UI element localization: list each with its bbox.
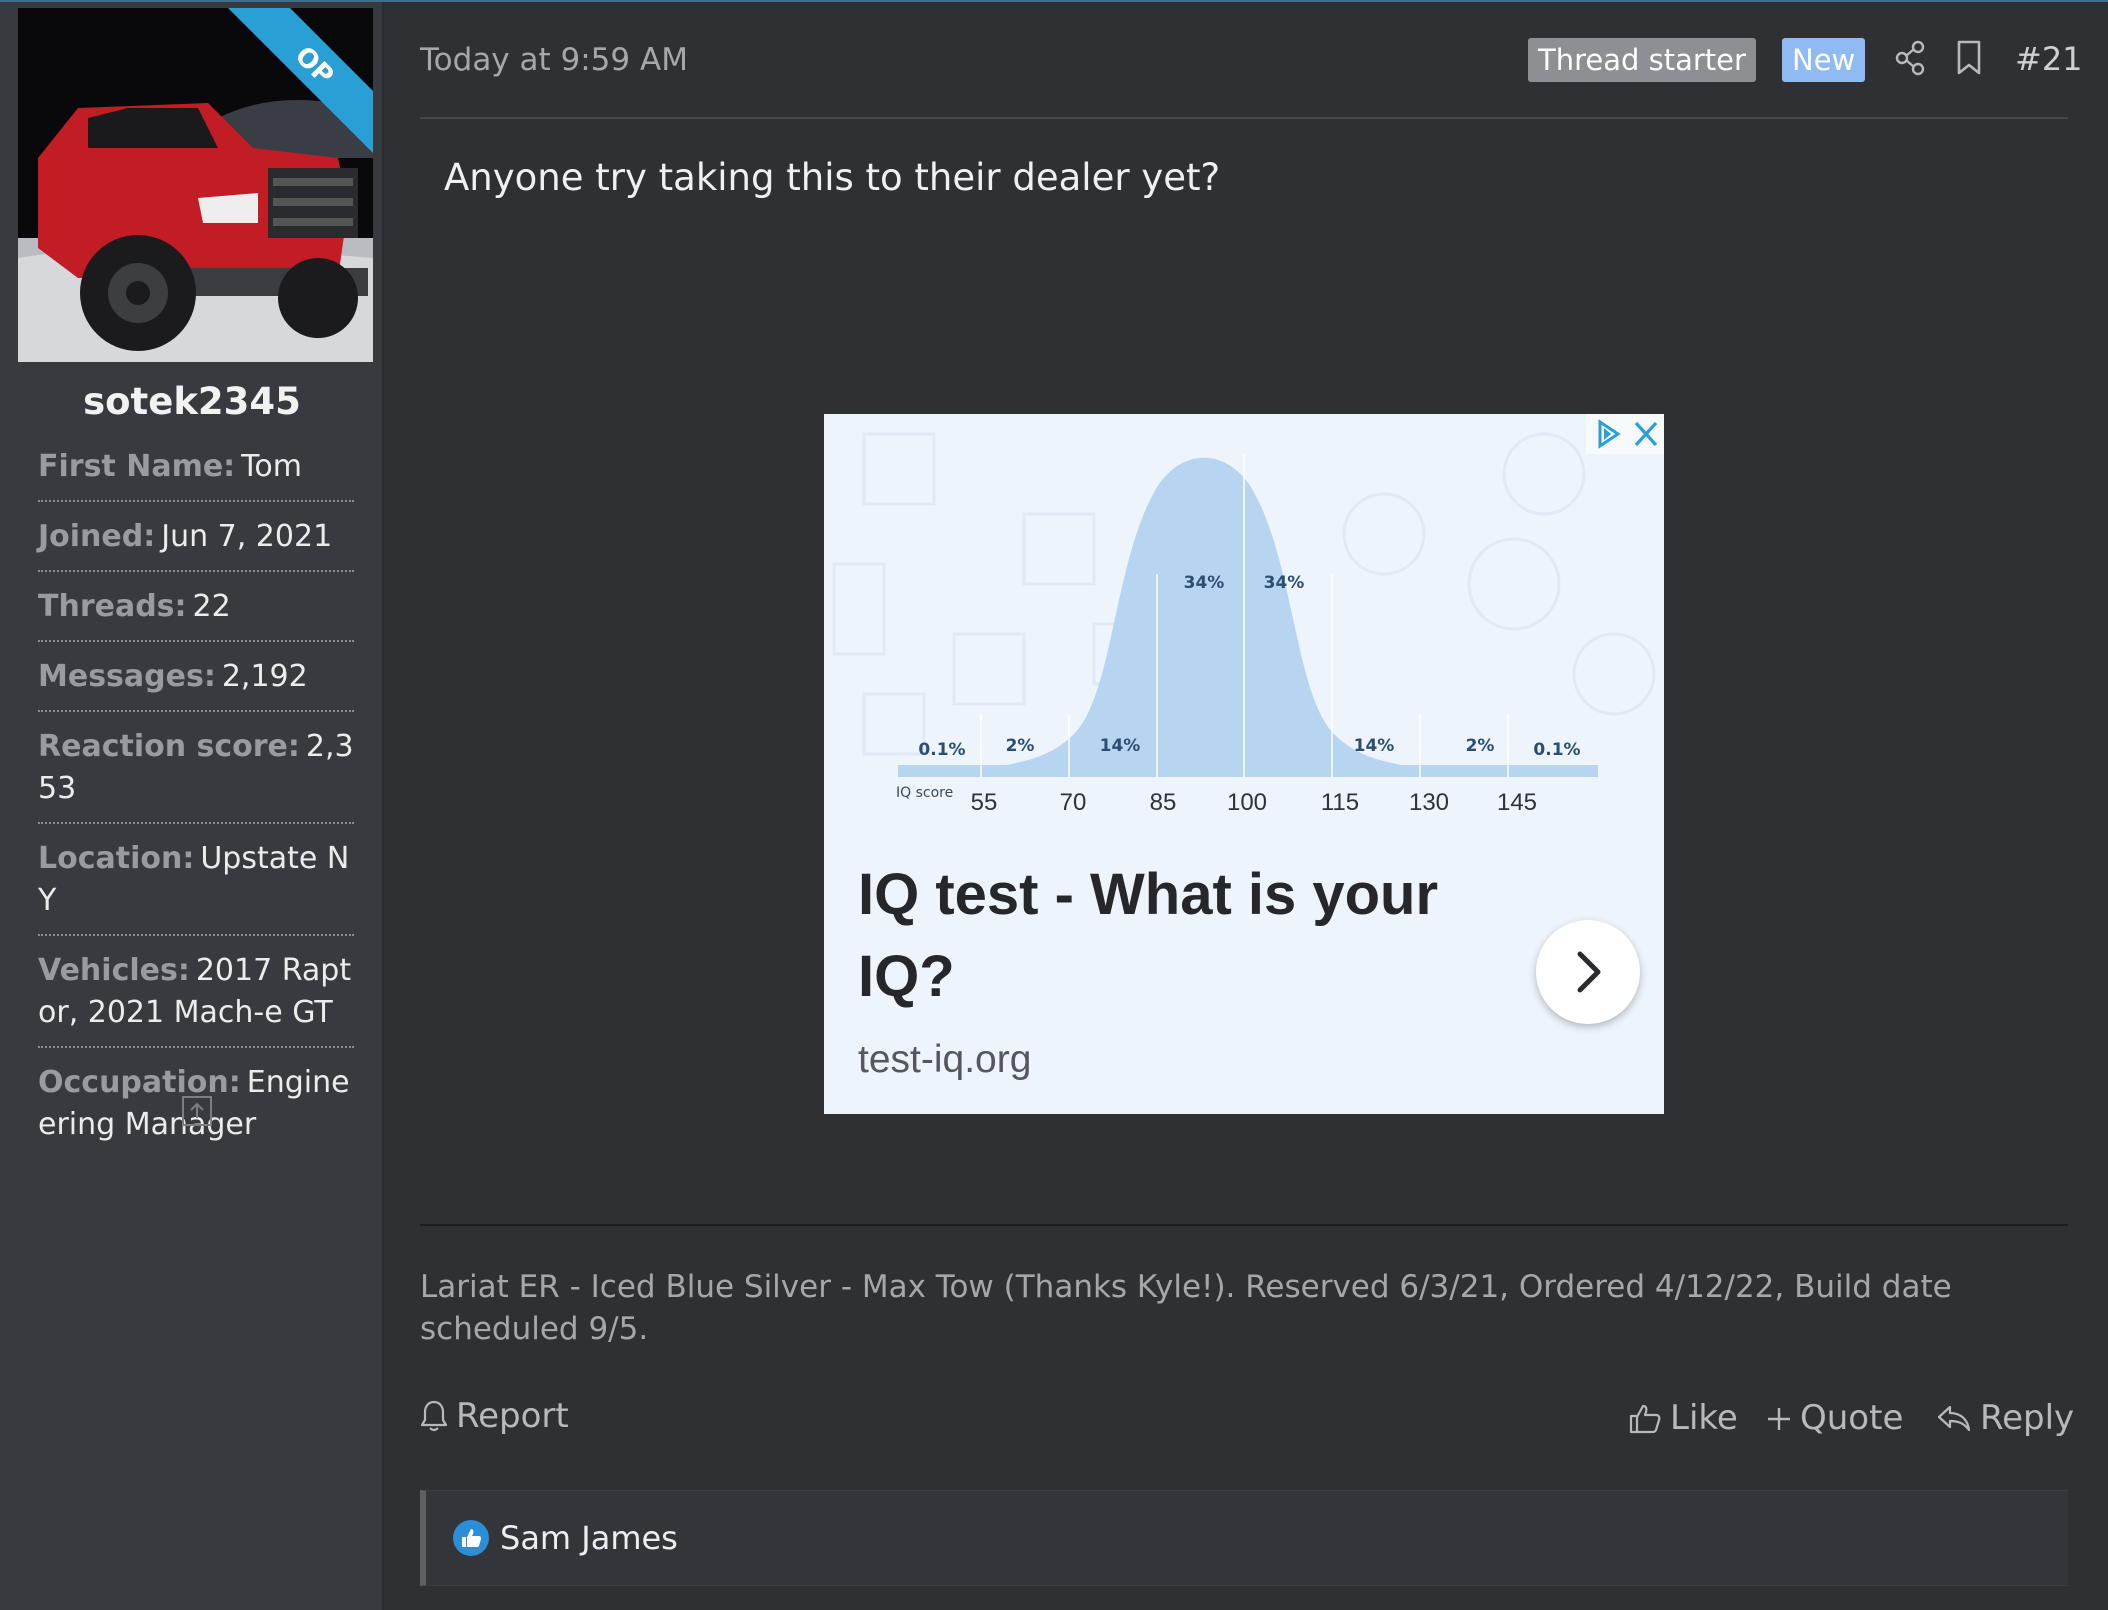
bookmark-icon[interactable] xyxy=(1956,40,1982,76)
iq-distribution-graphic: 0.1% 2% 14% 34% 34% 14% 2% 0.1% IQ score… xyxy=(832,432,1656,816)
pct-label: 34% xyxy=(1184,573,1225,593)
new-badge: New xyxy=(1782,38,1866,82)
iq-tick: 115 xyxy=(1321,789,1359,816)
share-icon[interactable] xyxy=(1894,40,1926,76)
signature-divider xyxy=(420,1224,2068,1226)
info-first-name: First Name: Tom xyxy=(38,446,354,502)
quote-label: Quote xyxy=(1800,1398,1904,1438)
iq-tick: 55 xyxy=(971,789,998,816)
user-sidebar: OP sotek2345 First Name: Tom Joined: Jun 7… xyxy=(0,2,384,1610)
reply-button[interactable]: Reply xyxy=(1936,1398,2074,1438)
pct-label: 2% xyxy=(1006,736,1035,756)
like-button[interactable]: Like xyxy=(1628,1398,1738,1438)
info-label: Messages: xyxy=(38,659,216,694)
like-reaction-icon xyxy=(453,1520,489,1556)
pct-label: 34% xyxy=(1264,573,1305,593)
advertisement[interactable]: 0.1% 2% 14% 34% 34% 14% 2% 0.1% IQ score… xyxy=(824,414,1664,1114)
user-info-list: First Name: Tom Joined: Jun 7, 2021 Thread… xyxy=(38,446,354,1172)
report-button[interactable]: Report xyxy=(420,1396,569,1436)
bell-icon xyxy=(420,1400,448,1432)
pct-label: 2% xyxy=(1466,736,1495,756)
op-ribbon: OP xyxy=(228,8,373,153)
info-joined: Joined: Jun 7, 2021 xyxy=(38,516,354,572)
username[interactable]: sotek2345 xyxy=(0,380,384,423)
user-signature: Lariat ER - Iced Blue Silver - Max Tow (… xyxy=(420,1269,1952,1347)
reaction-users[interactable]: Sam James xyxy=(500,1519,678,1557)
info-messages: Messages: 2,192 xyxy=(38,656,354,712)
pct-label: 14% xyxy=(1354,736,1395,756)
like-label: Like xyxy=(1670,1398,1738,1438)
info-label: Vehicles: xyxy=(38,953,190,988)
info-value: 2,192 xyxy=(221,659,308,694)
chevron-right-icon xyxy=(1577,951,1601,993)
plus-icon xyxy=(1768,1408,1790,1430)
quote-button[interactable]: Quote xyxy=(1766,1398,1903,1438)
ad-choices-close[interactable] xyxy=(1586,414,1664,454)
info-location: Location: Upstate NY xyxy=(38,838,354,936)
pct-label: 14% xyxy=(1100,736,1141,756)
post-number-link[interactable]: #21 xyxy=(2015,40,2083,78)
iq-tick: 130 xyxy=(1409,789,1449,816)
info-label: Threads: xyxy=(38,589,187,624)
forum-post: OP sotek2345 First Name: Tom Joined: Jun 7… xyxy=(0,0,2108,1610)
info-value: Tom xyxy=(241,449,302,484)
info-value[interactable]: 22 xyxy=(193,589,231,624)
iq-tick: 100 xyxy=(1227,789,1267,816)
info-value: Jun 7, 2021 xyxy=(161,519,333,554)
info-label: Joined: xyxy=(38,519,156,554)
info-reaction-score: Reaction score: 2,353 xyxy=(38,726,354,824)
ad-domain[interactable]: test-iq.org xyxy=(858,1038,1031,1082)
info-label: Occupation: xyxy=(38,1065,241,1100)
info-threads: Threads: 22 xyxy=(38,586,354,642)
iq-tick: 85 xyxy=(1150,789,1177,816)
ad-title[interactable]: IQ test - What is your IQ? xyxy=(858,854,1478,1018)
avatar[interactable]: OP xyxy=(18,8,373,362)
reply-icon xyxy=(1937,1405,1971,1432)
iq-axis-label: IQ score xyxy=(896,785,953,801)
info-label: First Name: xyxy=(38,449,236,484)
info-vehicles: Vehicles: 2017 Raptor, 2021 Mach-e GT xyxy=(38,950,354,1048)
iq-tick: 145 xyxy=(1497,789,1537,816)
post-main: Today at 9:59 AM Thread starter New #21 … xyxy=(420,2,2083,1610)
pct-label: 0.1% xyxy=(918,740,965,760)
info-label: Reaction score: xyxy=(38,729,300,764)
reply-label: Reply xyxy=(1980,1398,2075,1438)
thumbs-up-icon xyxy=(1629,1404,1661,1434)
report-label: Report xyxy=(456,1396,569,1436)
post-message: Anyone try taking this to their dealer y… xyxy=(444,156,1221,199)
iq-tick: 70 xyxy=(1060,789,1087,816)
pct-label: 0.1% xyxy=(1533,740,1580,760)
ad-open-button[interactable] xyxy=(1536,920,1640,1024)
thread-starter-badge: Thread starter xyxy=(1528,38,1756,82)
scroll-to-top-icon[interactable] xyxy=(182,1096,212,1126)
post-date[interactable]: Today at 9:59 AM xyxy=(420,42,688,78)
header-divider xyxy=(420,117,2068,119)
reactions-bar[interactable]: Sam James xyxy=(420,1490,2068,1586)
info-label: Location: xyxy=(38,841,195,876)
